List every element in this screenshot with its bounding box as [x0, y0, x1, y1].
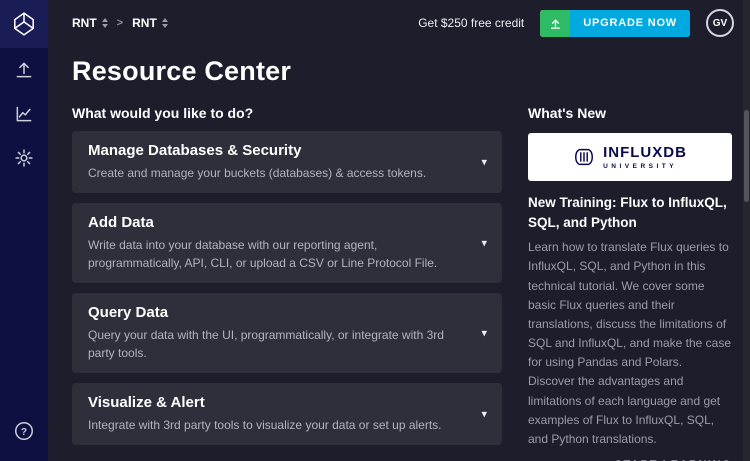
upgrade-button-label: UPGRADE NOW	[570, 10, 690, 37]
accordion-title: Query Data	[88, 304, 456, 322]
question-heading: What would you like to do?	[72, 105, 502, 121]
data-explorer-nav-item[interactable]	[0, 92, 48, 136]
org-switcher[interactable]: RNT	[72, 16, 108, 30]
caret-up-icon	[102, 18, 108, 22]
chevron-down-icon: ▾	[481, 237, 487, 250]
accordion-query-data[interactable]: Query Data Query your data with the UI, …	[72, 293, 502, 373]
chevron-down-icon: ▾	[481, 156, 487, 169]
accordion-visualize-alert[interactable]: Visualize & Alert Integrate with 3rd par…	[72, 383, 502, 445]
sort-carets-icon	[162, 18, 168, 28]
influxdb-logo[interactable]	[0, 0, 48, 48]
accordion-add-data[interactable]: Add Data Write data into your database w…	[72, 203, 502, 283]
influxdb-university-banner[interactable]: INFLUXDB UNIVERSITY	[528, 133, 732, 181]
accordion-description: Query your data with the UI, programmati…	[88, 327, 456, 362]
accordion-description: Create and manage your buckets (database…	[88, 165, 456, 182]
help-nav-item[interactable]: ?	[0, 409, 48, 453]
header-right: Get $250 free credit UPGRADE NOW GV	[418, 9, 734, 37]
settings-nav-item[interactable]	[0, 136, 48, 180]
influxdb-logo-icon	[11, 11, 37, 37]
accordion-title: Manage Databases & Security	[88, 142, 456, 160]
whats-new-heading: What's New	[528, 105, 732, 121]
main-column: RNT > RNT Get $250 free credit	[48, 0, 750, 461]
accordion-description: Write data into your database with our r…	[88, 237, 456, 272]
caret-down-icon	[162, 24, 168, 28]
upload-icon	[14, 60, 34, 80]
accordion-title: Visualize & Alert	[88, 394, 456, 412]
upgrade-now-button[interactable]: UPGRADE NOW	[540, 10, 690, 37]
help-icon: ?	[13, 420, 35, 442]
breadcrumb: RNT > RNT	[72, 16, 168, 30]
university-columns-icon	[573, 146, 595, 168]
caret-down-icon	[102, 24, 108, 28]
accordion-title: Add Data	[88, 214, 456, 232]
accordion-manage-databases[interactable]: Manage Databases & Security Create and m…	[72, 131, 502, 193]
scrollbar-thumb[interactable]	[744, 110, 749, 202]
university-logo-subtitle: UNIVERSITY	[603, 163, 687, 170]
upgrade-upload-icon	[549, 17, 562, 30]
topbar: RNT > RNT Get $250 free credit	[48, 0, 750, 46]
university-logo-title: INFLUXDB	[603, 145, 687, 160]
sidebar: ?	[0, 0, 48, 461]
graph-icon	[14, 104, 34, 124]
load-data-nav-item[interactable]	[0, 48, 48, 92]
project-name: RNT	[132, 16, 157, 30]
chevron-down-icon: ▾	[481, 327, 487, 340]
content: Resource Center What would you like to d…	[48, 46, 750, 461]
sort-carets-icon	[102, 18, 108, 28]
upgrade-icon-box	[540, 10, 570, 37]
accordion-description: Integrate with 3rd party tools to visual…	[88, 417, 456, 434]
svg-text:?: ?	[21, 427, 27, 438]
article-body: Learn how to translate Flux queries to I…	[528, 238, 732, 449]
user-avatar[interactable]: GV	[706, 9, 734, 37]
app-root: ? RNT > RNT	[0, 0, 750, 461]
free-credit-text: Get $250 free credit	[418, 16, 524, 30]
chevron-down-icon: ▾	[481, 408, 487, 421]
article-title: New Training: Flux to InfluxQL, SQL, and…	[528, 193, 732, 232]
page-title: Resource Center	[72, 56, 502, 87]
whats-new-pane: What's New INFLUXDB UNIVERSITY New Train…	[528, 46, 732, 461]
project-switcher[interactable]: RNT	[132, 16, 168, 30]
university-logo-text: INFLUXDB UNIVERSITY	[603, 145, 687, 170]
breadcrumb-separator: >	[117, 17, 123, 29]
org-name: RNT	[72, 16, 97, 30]
caret-up-icon	[162, 18, 168, 22]
resource-center-pane: Resource Center What would you like to d…	[72, 46, 502, 461]
scrollbar-track[interactable]	[743, 0, 750, 461]
gear-icon	[14, 148, 34, 168]
